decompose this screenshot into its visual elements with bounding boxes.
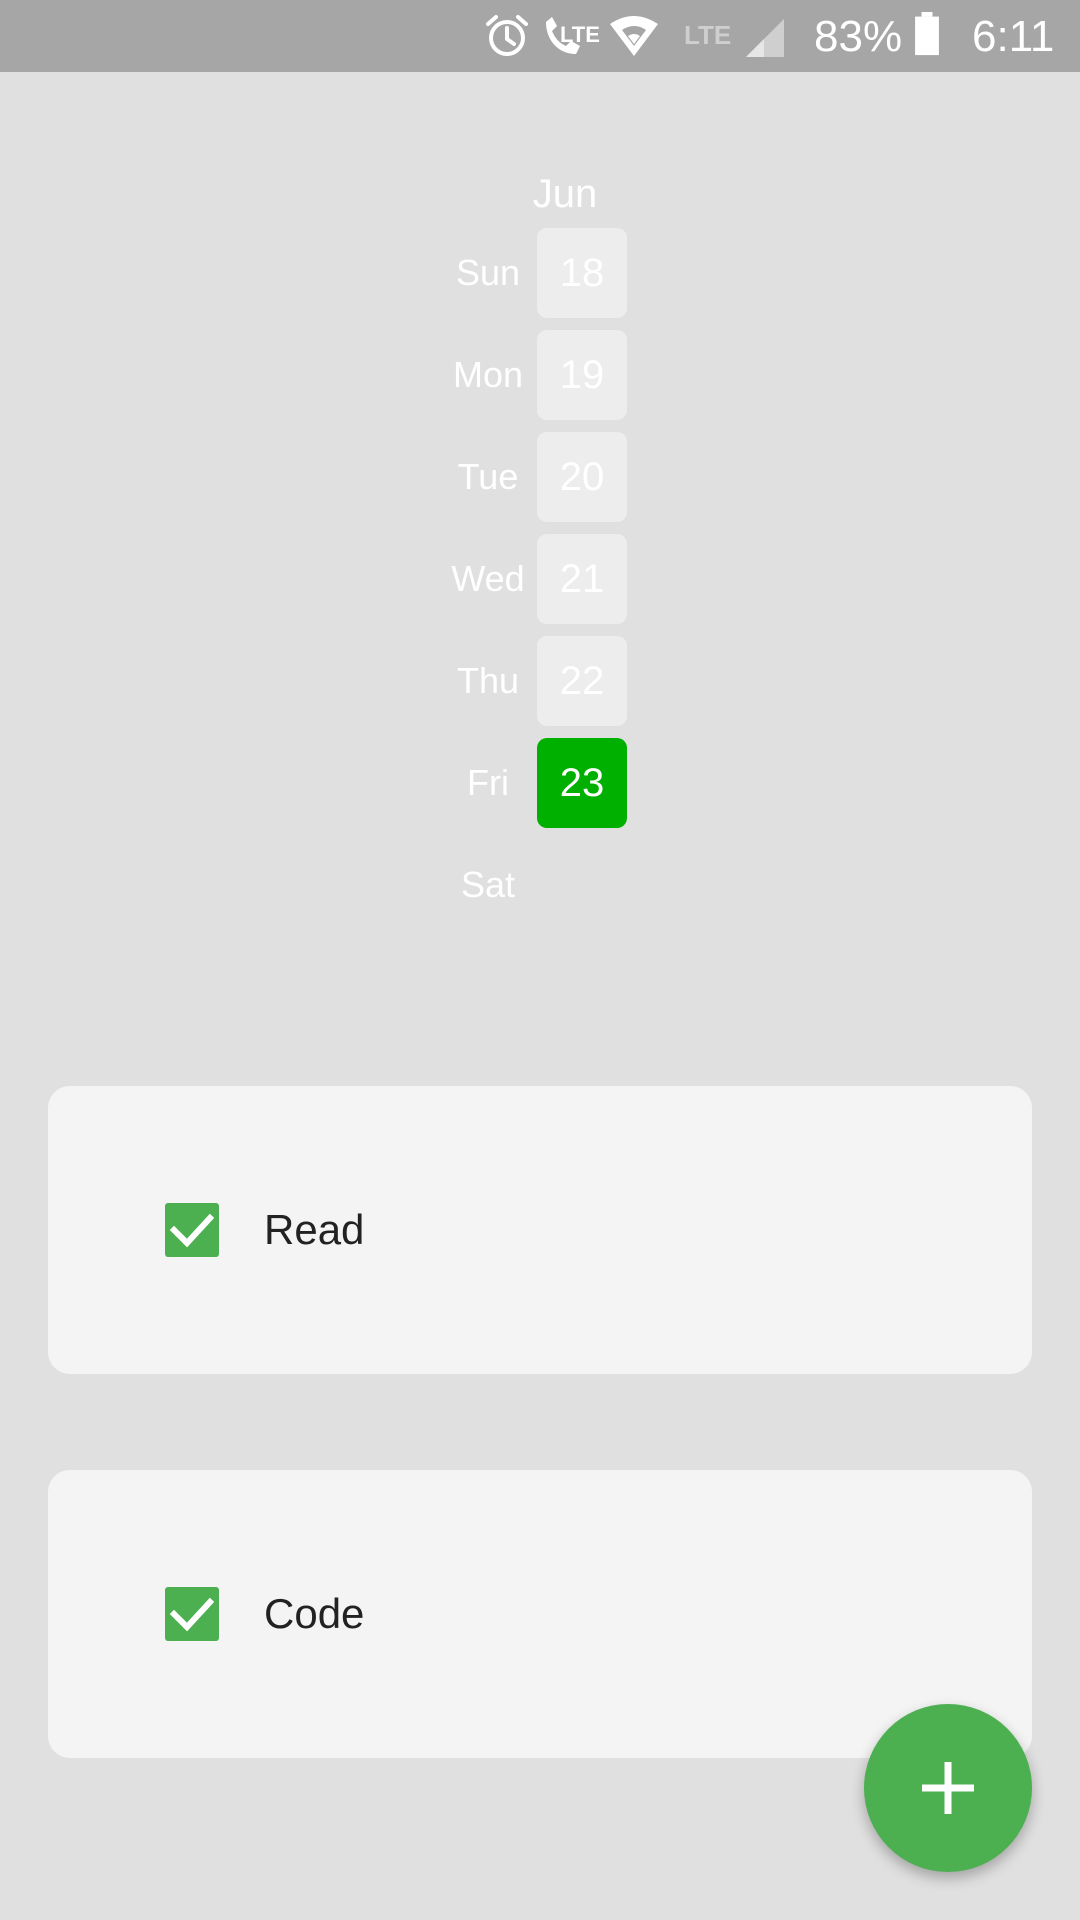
lte-signal-label: LTE (684, 20, 732, 50)
task-checkbox[interactable] (165, 1203, 219, 1257)
day-name: Fri (467, 762, 509, 803)
lte-label: LTE (560, 22, 600, 47)
day-row-sat[interactable]: Sat (0, 840, 1080, 930)
day-row-thu[interactable]: Thu 22 (0, 636, 1080, 726)
day-date[interactable]: 18 (537, 228, 627, 318)
battery-icon (915, 12, 939, 56)
day-date[interactable]: 22 (537, 636, 627, 726)
add-task-button[interactable] (864, 1704, 1032, 1872)
day-row-wed[interactable]: Wed 21 (0, 534, 1080, 624)
day-name: Mon (452, 354, 524, 395)
task-label: Read (264, 1206, 365, 1253)
status-bar: LTE LTE 83% 6:11 (0, 0, 1080, 72)
task-checkbox[interactable] (165, 1587, 219, 1641)
day-date[interactable]: 21 (537, 534, 627, 624)
checkmark-icon (169, 1597, 215, 1632)
day-date[interactable]: 20 (537, 432, 627, 522)
day-row-fri[interactable]: Fri 23 (0, 738, 1080, 828)
checkmark-icon (169, 1213, 215, 1248)
day-name: Sun (455, 252, 521, 293)
day-date-selected[interactable]: 23 (537, 738, 627, 828)
battery-percent: 83% (814, 12, 903, 61)
task-card[interactable]: Read (48, 1086, 1032, 1374)
week-calendar: Jun Sun 18 Mon 19 Tue 20 Wed 21 Thu 22 F… (0, 72, 1080, 952)
day-name: Tue (457, 456, 519, 497)
alarm-icon (486, 15, 528, 56)
task-label: Code (264, 1590, 365, 1637)
day-name: Wed (451, 558, 525, 599)
lte-signal-icon (746, 19, 784, 57)
day-date[interactable]: 19 (537, 330, 627, 420)
month-label: Jun (532, 172, 598, 216)
day-row-sun[interactable]: Sun 18 (0, 228, 1080, 318)
day-name: Thu (456, 660, 520, 701)
clock-time: 6:11 (972, 12, 1055, 61)
plus-icon (922, 1762, 974, 1814)
wifi-icon (610, 16, 658, 56)
day-name: Sat (460, 864, 516, 905)
day-row-mon[interactable]: Mon 19 (0, 330, 1080, 420)
day-row-tue[interactable]: Tue 20 (0, 432, 1080, 522)
